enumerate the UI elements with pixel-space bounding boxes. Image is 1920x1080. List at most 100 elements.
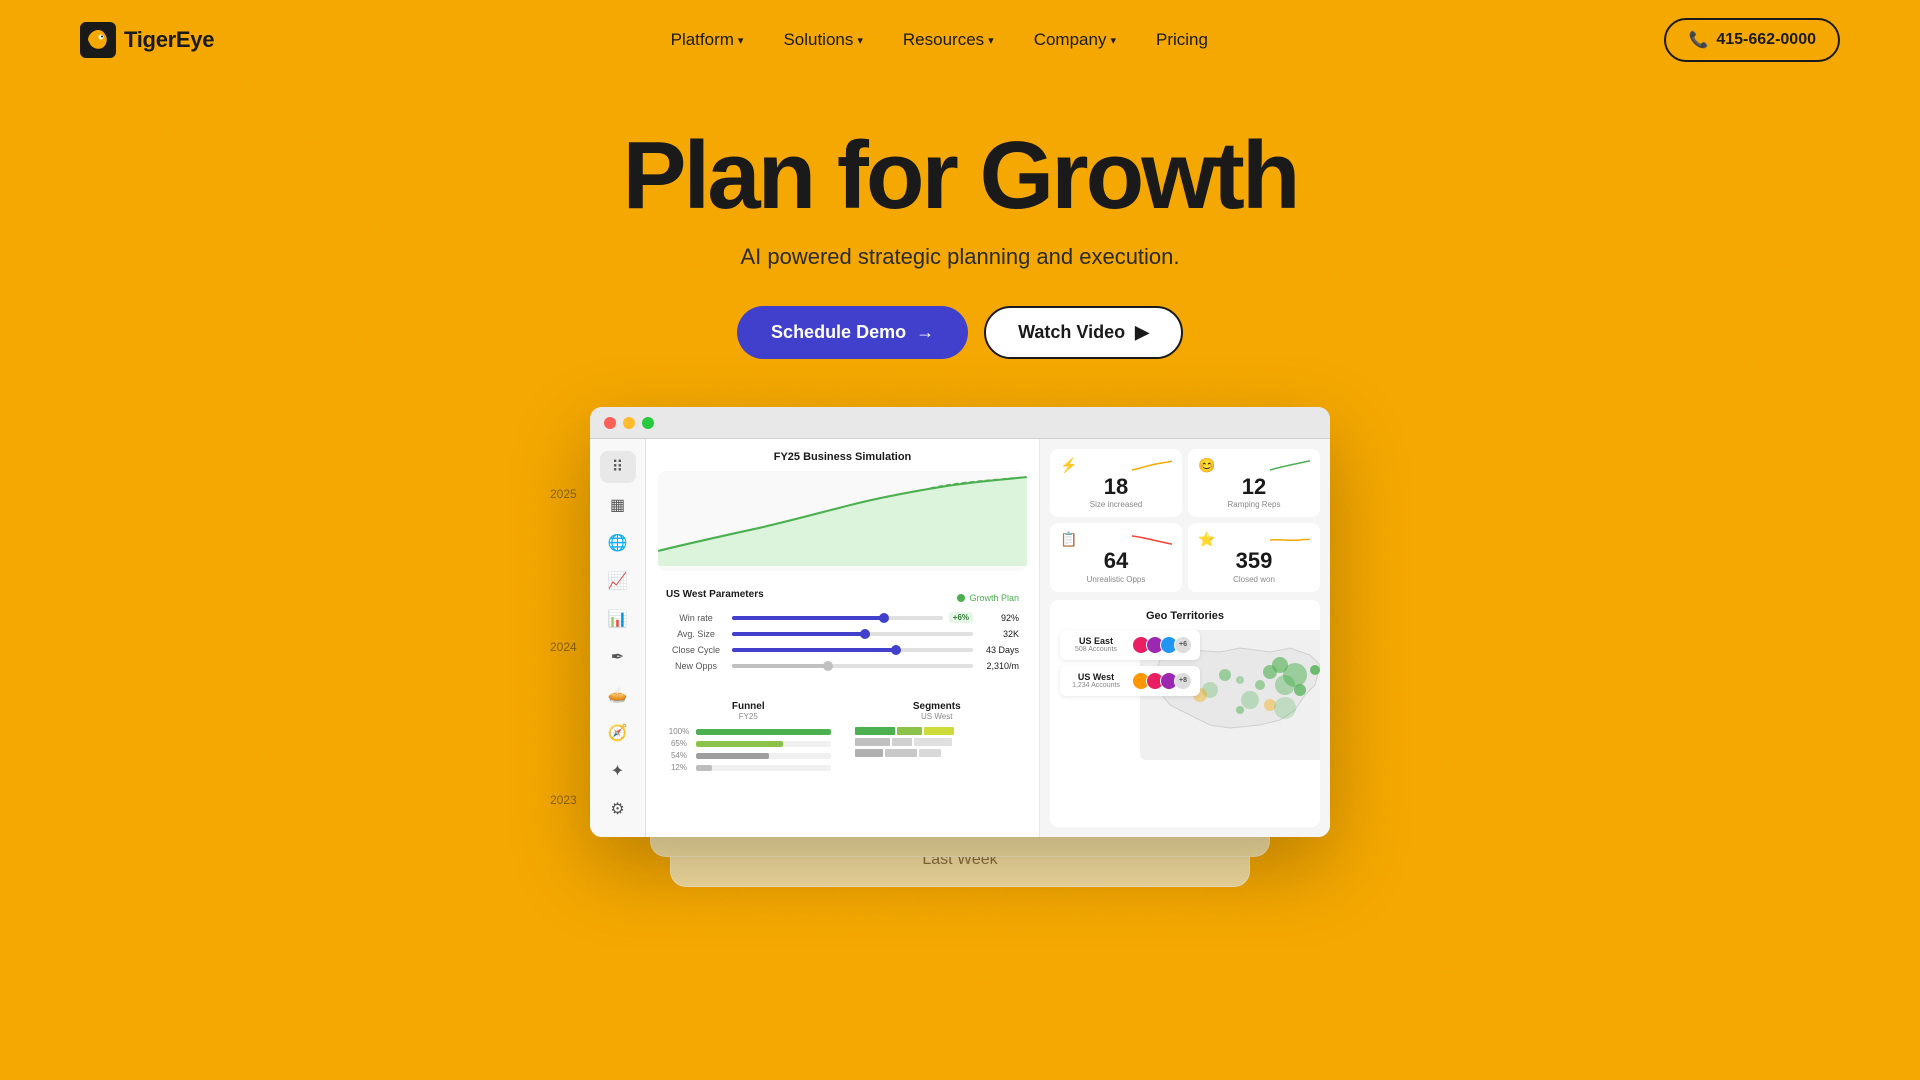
geo-title: Geo Territories (1060, 610, 1310, 622)
param-value: 43 Days (979, 645, 1019, 655)
stat-card-opps: 📋 64 Unrealistic Opps (1050, 523, 1182, 591)
segments-card: Segments US West (847, 693, 1028, 783)
stat-icon: 📋 (1060, 531, 1077, 548)
nav-company[interactable]: Company ▾ (1016, 22, 1134, 58)
stat-card-reps: 😊 12 Ramping Reps (1188, 449, 1320, 517)
year-2025: 2025 (550, 487, 577, 501)
param-slider[interactable] (732, 648, 973, 652)
param-row-newopps: New Opps 2,310/m (666, 661, 1019, 671)
nav-solutions[interactable]: Solutions ▾ (765, 22, 880, 58)
param-slider[interactable] (732, 664, 973, 668)
stat-icon: ⭐ (1198, 531, 1215, 548)
avatar-more: +8 (1174, 672, 1192, 690)
window-maximize-dot (642, 417, 654, 429)
stat-number: 18 (1060, 474, 1172, 500)
funnel-pct: 65% (666, 739, 692, 748)
param-row-avgsize: Avg. Size 32K (666, 629, 1019, 639)
funnel-pct: 54% (666, 751, 692, 760)
nav-pricing[interactable]: Pricing (1138, 22, 1226, 58)
param-slider[interactable] (732, 616, 943, 620)
year-2023: 2023 (550, 793, 577, 807)
hero-subtitle: AI powered strategic planning and execut… (0, 244, 1920, 270)
stat-label: Closed won (1198, 575, 1310, 584)
window-body: ⠿ ▦ 🌐 📈 📊 ✒ 🥧 🧭 ✦ ⚙ FY25 Business Simula… (590, 439, 1330, 837)
phone-button[interactable]: 📞 415-662-0000 (1664, 18, 1840, 62)
play-icon: ▶ (1135, 322, 1149, 343)
stat-label: Unrealistic Opps (1060, 575, 1172, 584)
segments-sub: US West (855, 712, 1020, 721)
simulation-panel: FY25 Business Simulation (646, 439, 1040, 837)
simulation-chart (658, 471, 1027, 571)
window-titlebar (590, 407, 1330, 439)
param-label: New Opps (666, 661, 726, 671)
funnel-card: Funnel FY25 100% 65% (658, 693, 839, 783)
hero-section: Plan for Growth AI powered strategic pla… (0, 80, 1920, 887)
stat-label: Ramping Reps (1198, 500, 1310, 509)
hero-buttons: Schedule Demo → Watch Video ▶ (0, 306, 1920, 359)
hero-title: Plan for Growth (0, 128, 1920, 224)
stat-icon: 😊 (1198, 457, 1215, 474)
sidebar-icon-pen[interactable]: ✒ (600, 641, 636, 673)
arrow-icon: → (916, 322, 934, 343)
avatars: +6 (1132, 636, 1192, 654)
funnel-pct: 12% (666, 763, 692, 772)
window-close-dot (604, 417, 616, 429)
chevron-down-icon: ▾ (857, 34, 863, 47)
param-badge: +6% (949, 612, 973, 623)
chevron-down-icon: ▾ (988, 34, 994, 47)
simulation-title: FY25 Business Simulation (658, 451, 1027, 463)
schedule-demo-button[interactable]: Schedule Demo → (737, 306, 968, 359)
growth-plan-badge: Growth Plan (957, 593, 1019, 603)
territory-info: US East 508 Accounts (1068, 636, 1124, 653)
sidebar-icon-star[interactable]: ✦ (600, 755, 636, 787)
params-title: US West Parameters (666, 589, 764, 600)
app-window: ⠿ ▦ 🌐 📈 📊 ✒ 🥧 🧭 ✦ ⚙ FY25 Business Simula… (590, 407, 1330, 837)
sidebar-icon-bar[interactable]: 📊 (600, 603, 636, 635)
stat-number: 12 (1198, 474, 1310, 500)
brand-name: TigerEye (124, 27, 214, 53)
stats-grid: ⚡ 18 Size increased (1050, 449, 1320, 592)
phone-icon: 📞 (1688, 30, 1708, 50)
param-row-closecycle: Close Cycle 43 Days (666, 645, 1019, 655)
territory-us-west: US West 1,234 Accounts +8 (1060, 666, 1200, 696)
stat-label: Size increased (1060, 500, 1172, 509)
watch-video-button[interactable]: Watch Video ▶ (984, 306, 1183, 359)
segments-visual (855, 727, 1020, 757)
nav-platform[interactable]: Platform ▾ (653, 22, 762, 58)
sidebar-icon-globe[interactable]: 🌐 (600, 527, 636, 559)
app-sidebar: ⠿ ▦ 🌐 📈 📊 ✒ 🥧 🧭 ✦ ⚙ (590, 439, 646, 837)
param-value: 92% (979, 613, 1019, 623)
content-area: FY25 Business Simulation (646, 439, 1330, 837)
territory-info: US West 1,234 Accounts (1068, 672, 1124, 689)
param-value: 2,310/m (979, 661, 1019, 671)
bottom-cards: Funnel FY25 100% 65% (658, 693, 1027, 783)
navbar: TigerEye Platform ▾ Solutions ▾ Resource… (0, 0, 1920, 80)
param-label: Avg. Size (666, 629, 726, 639)
year-2024: 2024 (550, 640, 577, 654)
sidebar-icon-table[interactable]: ▦ (600, 489, 636, 521)
sidebar-icon-settings[interactable]: ⚙ (600, 793, 636, 825)
sidebar-icon-grid[interactable]: ⠿ (600, 451, 636, 483)
nav-links: Platform ▾ Solutions ▾ Resources ▾ Compa… (653, 22, 1226, 58)
param-label: Win rate (666, 613, 726, 623)
param-value: 32K (979, 629, 1019, 639)
funnel-sub: FY25 (666, 712, 831, 721)
avatar-more: +6 (1174, 636, 1192, 654)
territory-us-east: US East 508 Accounts +6 (1060, 630, 1200, 660)
sidebar-icon-compass[interactable]: 🧭 (600, 717, 636, 749)
geo-card: Geo Territories (1050, 600, 1320, 827)
sidebar-icon-pie[interactable]: 🥧 (600, 679, 636, 711)
nav-resources[interactable]: Resources ▾ (885, 22, 1012, 58)
stat-card-size: ⚡ 18 Size increased (1050, 449, 1182, 517)
brand-logo[interactable]: TigerEye (80, 22, 214, 58)
stat-number: 64 (1060, 548, 1172, 574)
param-slider[interactable] (732, 632, 973, 636)
right-panel: ⚡ 18 Size increased (1040, 439, 1330, 837)
param-row-winrate: Win rate +6% 92% (666, 612, 1019, 623)
sidebar-icon-chart[interactable]: 📈 (600, 565, 636, 597)
avatars: +8 (1132, 672, 1192, 690)
chevron-down-icon: ▾ (738, 34, 744, 47)
stat-number: 359 (1198, 548, 1310, 574)
funnel-pct: 100% (666, 727, 692, 736)
param-label: Close Cycle (666, 645, 726, 655)
